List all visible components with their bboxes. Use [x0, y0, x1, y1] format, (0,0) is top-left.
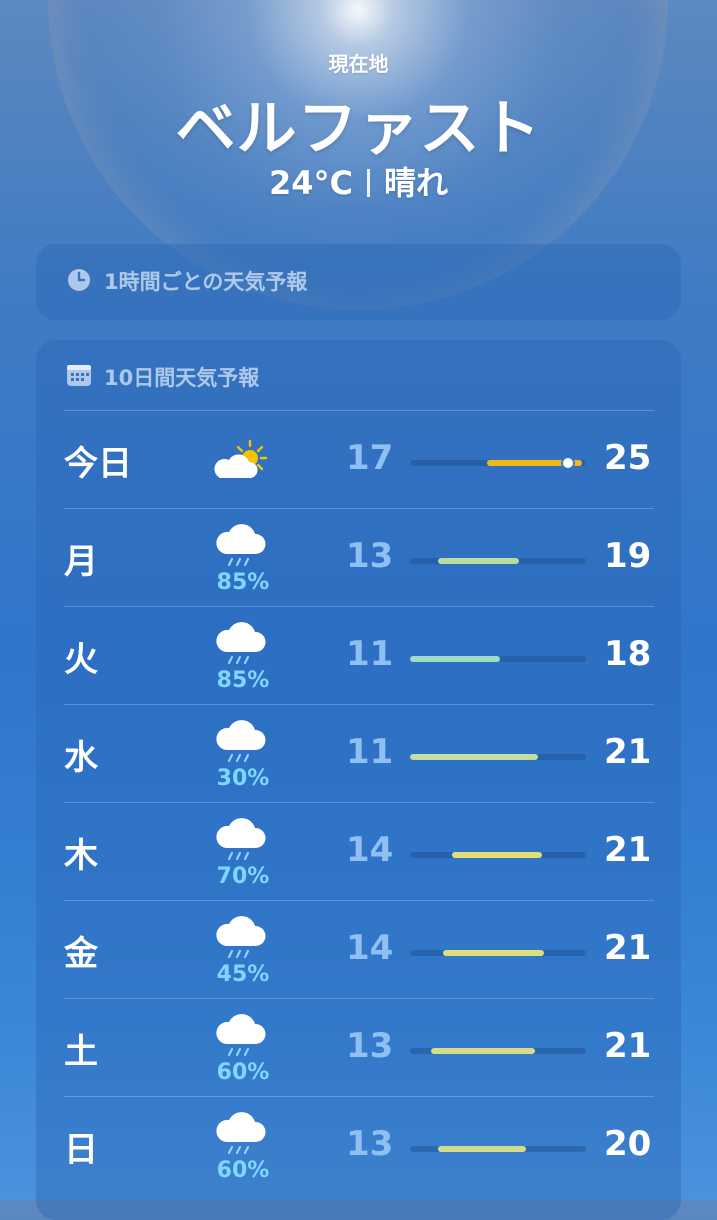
city-name: ベルファスト — [175, 94, 542, 164]
row-divider — [64, 606, 654, 607]
temperature-range-fill — [443, 950, 544, 956]
rain-cloud-icon — [216, 818, 266, 861]
daily-forecast-row[interactable]: 月 85% 13 19 — [64, 510, 654, 608]
temperature-range-fill — [410, 656, 500, 662]
high-temperature: 19 — [604, 536, 652, 576]
temperature-range-fill — [410, 754, 539, 760]
row-divider — [64, 900, 654, 901]
row-divider — [64, 410, 654, 411]
low-temperature: 11 — [346, 634, 394, 674]
high-temperature: 18 — [604, 634, 652, 674]
current-conditions: 24°C 晴れ — [0, 158, 717, 204]
low-temperature: 14 — [346, 830, 394, 870]
day-label: 火 — [64, 640, 98, 680]
daily-forecast-row[interactable]: 木 70% 14 21 — [64, 804, 654, 902]
precipitation-chance: 60% — [216, 1158, 270, 1183]
separator — [367, 169, 370, 197]
rain-cloud-icon — [216, 720, 266, 763]
day-label: 金 — [64, 934, 98, 974]
current-temperature: 24°C — [268, 164, 353, 202]
temperature-range-fill — [438, 558, 520, 564]
temperature-range-bar — [410, 1146, 586, 1152]
row-divider — [64, 998, 654, 999]
precipitation-chance: 60% — [216, 1060, 270, 1085]
high-temperature: 21 — [604, 732, 652, 772]
day-label: 月 — [64, 542, 98, 582]
rain-cloud-icon — [216, 622, 266, 665]
rain-cloud-icon — [216, 916, 266, 959]
precipitation-chance: 85% — [216, 570, 270, 595]
temperature-range-bar — [410, 656, 586, 662]
current-temperature-marker — [563, 458, 574, 468]
temperature-range-bar — [410, 1048, 586, 1054]
daily-forecast-row[interactable]: 水 30% 11 21 — [64, 706, 654, 804]
low-temperature: 13 — [346, 1026, 394, 1066]
day-label: 水 — [64, 738, 98, 778]
partly-sunny-icon — [214, 439, 268, 478]
high-temperature: 25 — [604, 438, 652, 478]
high-temperature: 21 — [604, 1026, 652, 1066]
ten-day-forecast-title: 10日間天気予報 — [104, 366, 260, 390]
row-divider — [64, 704, 654, 705]
precipitation-chance: 30% — [216, 766, 270, 791]
high-temperature: 20 — [604, 1124, 652, 1164]
temperature-range-bar — [410, 754, 586, 760]
temperature-range-fill — [431, 1048, 535, 1054]
daily-forecast-row[interactable]: 今日 17 25 — [64, 412, 654, 510]
low-temperature: 11 — [346, 732, 394, 772]
temperature-range-bar — [410, 852, 586, 858]
daily-forecast-row[interactable]: 日 60% 13 20 — [64, 1098, 654, 1196]
low-temperature: 17 — [346, 438, 394, 478]
high-temperature: 21 — [604, 928, 652, 968]
temperature-range-fill — [438, 1146, 527, 1152]
precipitation-chance: 45% — [216, 962, 270, 987]
temperature-range-bar — [410, 950, 586, 956]
calendar-icon — [67, 365, 91, 386]
daily-forecast-row[interactable]: 火 85% 11 18 — [64, 608, 654, 706]
daily-forecast-row[interactable]: 金 45% 14 21 — [64, 902, 654, 1000]
rain-cloud-icon — [216, 524, 266, 567]
precipitation-chance: 70% — [216, 864, 270, 889]
temperature-range-bar — [410, 558, 586, 564]
low-temperature: 14 — [346, 928, 394, 968]
day-label: 木 — [64, 836, 98, 876]
rain-cloud-icon — [216, 1014, 266, 1057]
rain-cloud-icon — [216, 1112, 266, 1155]
temperature-range-bar — [410, 458, 586, 468]
row-divider — [64, 1096, 654, 1097]
hourly-forecast-title: 1時間ごとの天気予報 — [104, 270, 308, 294]
day-label: 土 — [64, 1032, 98, 1072]
temperature-range-fill — [452, 852, 542, 858]
current-condition: 晴れ — [384, 164, 449, 202]
daily-forecast-row[interactable]: 土 60% 13 21 — [64, 1000, 654, 1098]
row-divider — [64, 508, 654, 509]
row-divider — [64, 802, 654, 803]
low-temperature: 13 — [346, 536, 394, 576]
precipitation-chance: 85% — [216, 668, 270, 693]
day-label: 日 — [64, 1130, 98, 1170]
clock-icon — [68, 269, 90, 291]
low-temperature: 13 — [346, 1124, 394, 1164]
location-label: 現在地 — [328, 52, 389, 76]
day-label: 今日 — [64, 444, 132, 484]
high-temperature: 21 — [604, 830, 652, 870]
